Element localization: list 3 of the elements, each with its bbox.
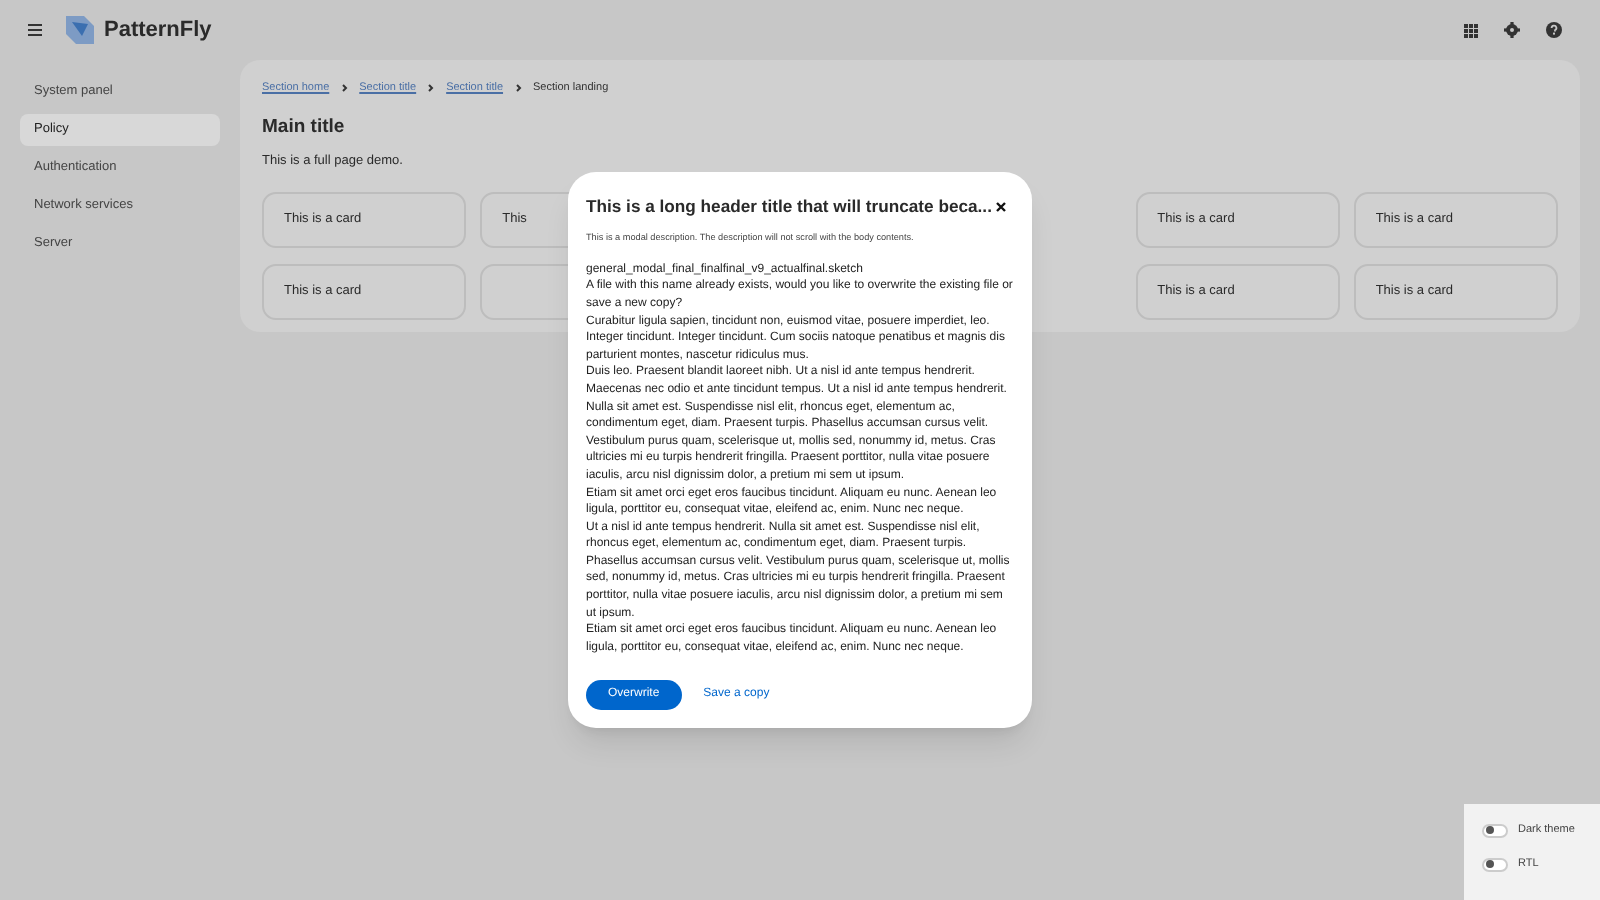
- brand-name: PatternFly: [104, 15, 212, 46]
- page-title: Main title: [262, 114, 347, 143]
- modal-title: This is a long header title that will truncate beca...: [586, 194, 992, 220]
